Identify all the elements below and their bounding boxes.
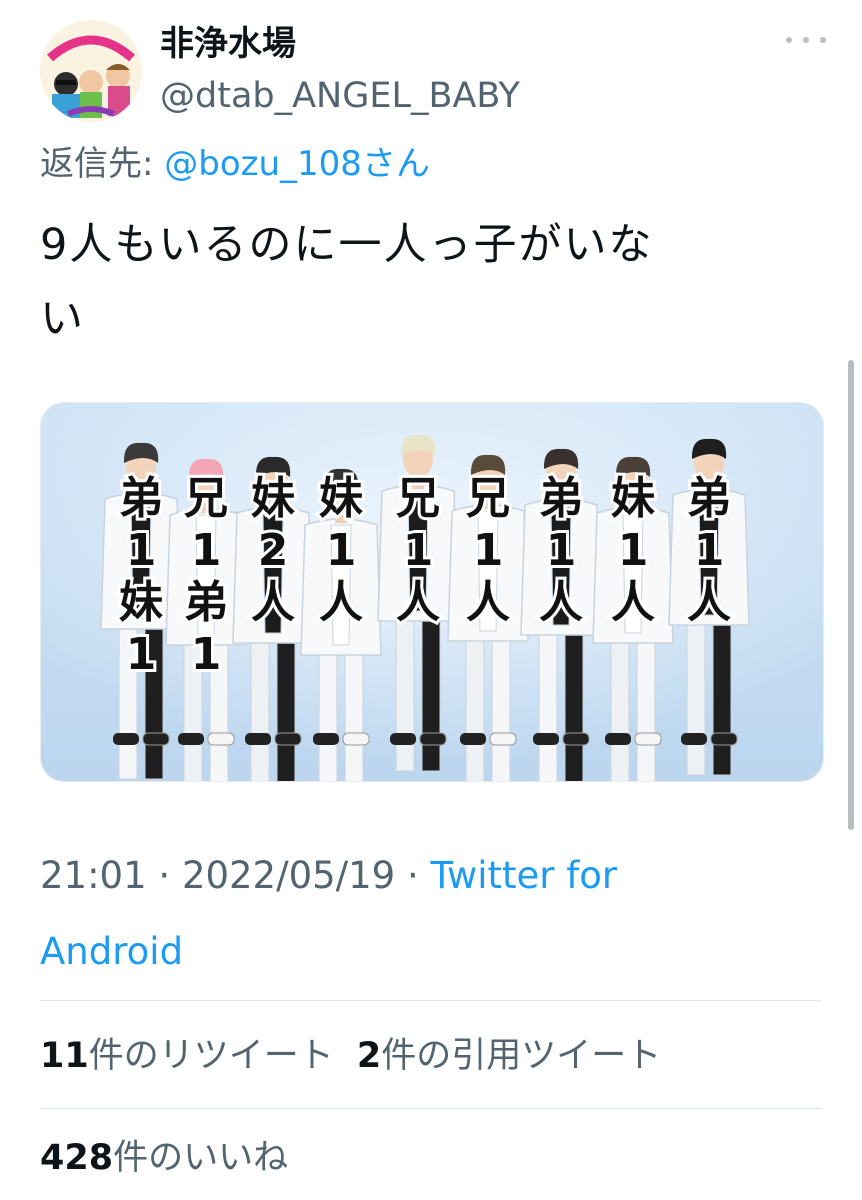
dot-icon	[820, 37, 826, 43]
reply-mention-link[interactable]: @bozu_108さん	[164, 144, 430, 184]
meta-separator: ·	[395, 854, 431, 897]
replying-to: 返信先: @bozu_108さん	[40, 140, 430, 188]
member-label-char: 兄	[466, 473, 510, 524]
dot-icon	[786, 37, 792, 43]
member-label-char: 弟	[687, 473, 731, 524]
member-label-char: 人	[687, 577, 731, 628]
tweet-text-line: 9人もいるのに一人っ子がいな	[40, 220, 654, 270]
member-label-char: 妹	[251, 473, 295, 524]
tweet-date[interactable]: 2022/05/19	[182, 854, 395, 897]
likes-stats: 428件のいいね	[40, 1134, 288, 1182]
engagement-stats: 11件のリツイート 2件の引用ツイート	[40, 1032, 661, 1080]
member-label-char: 1	[191, 629, 222, 680]
member-label-char: 兄	[396, 473, 440, 524]
more-options-button[interactable]	[786, 28, 826, 52]
avatar-illustration	[40, 20, 142, 122]
tweet-source-link[interactable]: Android	[40, 930, 183, 973]
member-label-char: 弟	[184, 577, 228, 628]
tweet-metadata: 21:01 · 2022/05/19 · Twitter for Android	[40, 838, 820, 990]
member-label-char: 弟	[539, 473, 583, 524]
divider	[40, 1108, 822, 1109]
dot-icon	[803, 37, 809, 43]
member-label-char: 人	[251, 577, 295, 628]
member-label-char: 妹	[119, 577, 163, 628]
retweets-stat[interactable]: 11件のリツイート	[40, 1036, 334, 1076]
tweet-time[interactable]: 21:01	[40, 854, 147, 897]
member-label-char: 人	[466, 577, 510, 628]
member-label-char: 1	[191, 525, 222, 576]
member-label-char: 1	[546, 525, 577, 576]
quotes-count: 2	[356, 1036, 382, 1076]
member-label-char: 1	[694, 525, 725, 576]
retweets-label: 件のリツイート	[88, 1036, 334, 1076]
meta-separator: ·	[146, 854, 182, 897]
member-label-char: 兄	[184, 473, 228, 524]
likes-label: 件のいいね	[113, 1138, 289, 1178]
member-label-char: 弟	[119, 473, 163, 524]
quotes-stat[interactable]: 2件の引用ツイート	[357, 1036, 661, 1076]
tweet-text-line: い	[40, 294, 85, 344]
author-display-name[interactable]: 非浄水場	[160, 20, 296, 68]
member-label-char: 人	[611, 577, 655, 628]
tweet-text: 9人もいるのに一人っ子がいな い	[40, 208, 820, 356]
tweet-source-link[interactable]: Twitter for	[431, 854, 618, 897]
member-label-char: 1	[473, 525, 504, 576]
member-label-char: 妹	[611, 473, 655, 524]
member-label-char: 人	[319, 577, 363, 628]
member-label-char: 1	[126, 629, 157, 680]
replying-to-label: 返信先:	[40, 144, 165, 184]
member-label-char: 妹	[319, 473, 363, 524]
quotes-label: 件の引用ツイート	[381, 1036, 662, 1076]
member-label-char: 人	[396, 577, 440, 628]
tweet-photo[interactable]: 弟1妹1兄1弟1妹2人妹1人兄1人兄1人弟1人妹1人弟1人	[40, 402, 824, 782]
scrollbar[interactable]	[848, 360, 854, 830]
member-label-char: 1	[326, 525, 357, 576]
group-photo: 弟1妹1兄1弟1妹2人妹1人兄1人兄1人弟1人妹1人弟1人	[41, 403, 823, 781]
member-label-char: 2	[258, 525, 289, 576]
member-label-char: 1	[618, 525, 649, 576]
avatar[interactable]	[40, 20, 142, 122]
member-label-char: 1	[403, 525, 434, 576]
divider	[40, 1000, 822, 1001]
likes-count: 428	[40, 1138, 114, 1178]
author-handle[interactable]: @dtab_ANGEL_BABY	[160, 72, 520, 120]
retweets-count: 11	[40, 1036, 89, 1076]
likes-stat[interactable]: 428件のいいね	[40, 1138, 288, 1178]
member-label-char: 1	[126, 525, 157, 576]
member-label-char: 人	[539, 577, 583, 628]
